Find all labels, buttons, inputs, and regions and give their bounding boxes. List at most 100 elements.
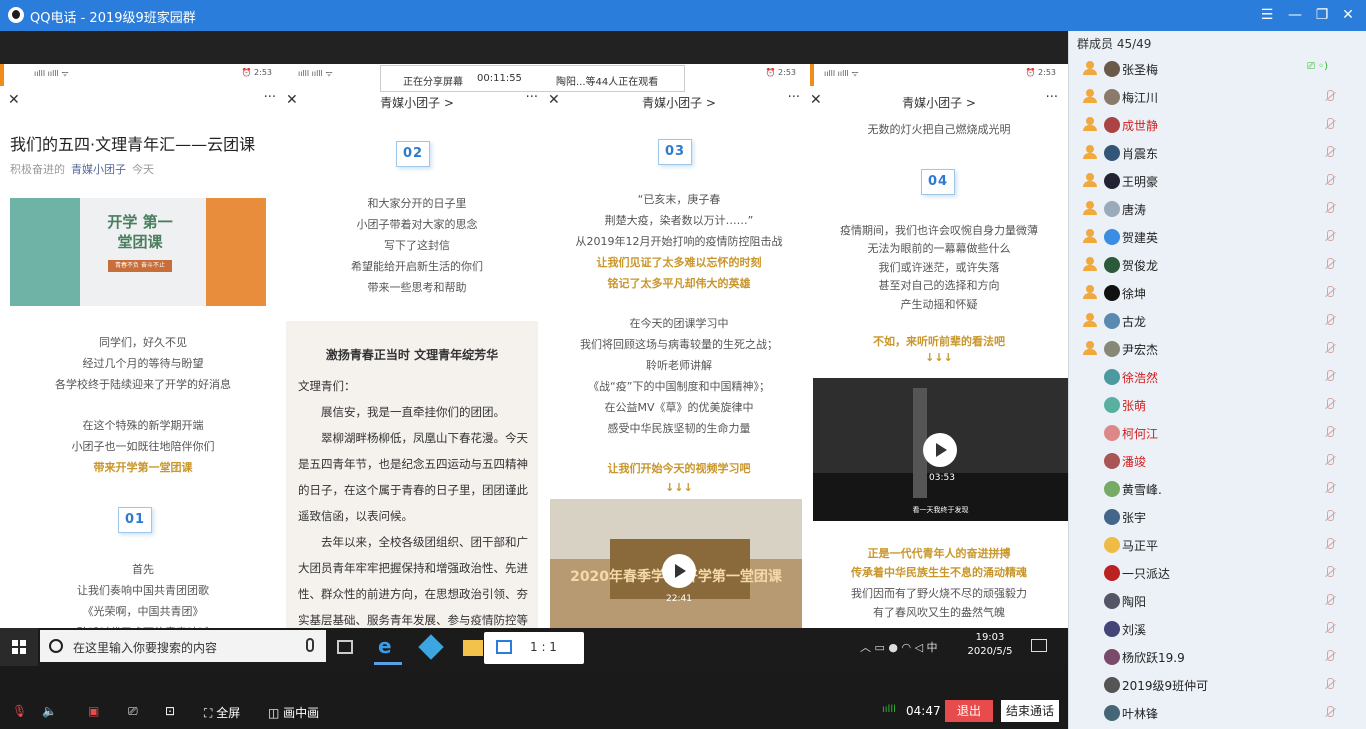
member-name: 王明豪 bbox=[1122, 175, 1159, 189]
member-row[interactable]: 唐涛 bbox=[1069, 195, 1366, 223]
member-name: 杨欣跃19.9 bbox=[1122, 651, 1185, 665]
member-list-panel: 群成员 45/49 张圣梅 ⎚ ◦) 梅江川 成世静 肖震东 王明豪 唐涛 贺建英 贺俊龙 徐坤古… bbox=[1068, 31, 1366, 729]
windows-start-button[interactable] bbox=[0, 628, 38, 666]
restore-button[interactable]: ❐ bbox=[1311, 5, 1333, 25]
zoom-ratio: 1 : 1 bbox=[530, 640, 557, 654]
fullscreen-button[interactable]: ⛶ 全屏 bbox=[204, 704, 240, 721]
close-button[interactable]: ✕ bbox=[1337, 5, 1359, 25]
camera-off-icon[interactable]: ▣ bbox=[88, 704, 99, 718]
member-row[interactable]: 王明豪 bbox=[1069, 167, 1366, 195]
search-placeholder: 在这里输入你要搜索的内容 bbox=[73, 641, 218, 655]
whiteboard-icon[interactable]: ⊡ bbox=[165, 704, 175, 718]
member-row[interactable]: 尹宏杰 bbox=[1069, 335, 1366, 363]
text-line: “已亥末，庚子春 bbox=[637, 193, 721, 206]
pip-icon: ◫ bbox=[268, 706, 280, 720]
screen-share-icon[interactable]: ⎚ bbox=[128, 704, 138, 719]
text-line: 正是一代代青年人的奋进拼搏 bbox=[867, 547, 1011, 560]
mic-muted-icon[interactable]: 🎙 bbox=[12, 704, 27, 718]
menu-icon[interactable]: ☰ bbox=[1256, 5, 1278, 25]
member-row[interactable]: 陶阳 bbox=[1069, 587, 1366, 615]
member-row[interactable]: 肖震东 bbox=[1069, 139, 1366, 167]
top-strip bbox=[0, 31, 1068, 64]
tray-icons[interactable]: ︿ ▭ ● ◠ ◁ 中 bbox=[860, 639, 938, 655]
member-row[interactable]: 黄雪峰. bbox=[1069, 475, 1366, 503]
member-row[interactable]: 古龙 bbox=[1069, 307, 1366, 335]
microphone-icon[interactable] bbox=[306, 638, 314, 652]
member-role-icon bbox=[1083, 89, 1097, 103]
nav-title[interactable]: 青媒小团子 > bbox=[286, 94, 548, 111]
avatar bbox=[1104, 537, 1120, 553]
text-line: 小团子带着对大家的思念 bbox=[356, 218, 478, 231]
text-line: 在公益MV《草》的优美旋律中 bbox=[604, 401, 754, 414]
member-row[interactable]: 张宇 bbox=[1069, 503, 1366, 531]
nav-title[interactable]: 青媒小团子 > bbox=[548, 94, 810, 111]
share-status-bar[interactable]: 正在分享屏幕 00:11:55 陶阳...等44人正在观看 bbox=[380, 65, 685, 92]
leave-button[interactable]: 退出 bbox=[945, 700, 993, 722]
more-icon[interactable]: ··· bbox=[526, 90, 538, 105]
member-row[interactable]: 马正平 bbox=[1069, 531, 1366, 559]
more-icon[interactable]: ··· bbox=[788, 90, 800, 105]
app-icon[interactable] bbox=[418, 634, 444, 660]
taskbar-search-box[interactable]: 在这里输入你要搜索的内容 bbox=[40, 630, 326, 662]
member-row[interactable]: 贺建英 bbox=[1069, 223, 1366, 251]
pip-button[interactable]: ◫ 画中画 bbox=[268, 704, 319, 721]
file-explorer-icon[interactable] bbox=[463, 640, 483, 656]
sharing-icon: ⎚ ◦) bbox=[1307, 61, 1328, 72]
video-player[interactable]: 03:53 看一天我终于发现 bbox=[813, 378, 1068, 521]
edge-browser-icon[interactable]: e bbox=[378, 636, 398, 656]
more-icon[interactable]: ··· bbox=[1046, 90, 1058, 105]
member-row[interactable]: 徐浩然 bbox=[1069, 363, 1366, 391]
member-row[interactable]: 杨欣跃19.9 bbox=[1069, 643, 1366, 671]
zoom-ratio-popup[interactable]: 1 : 1 bbox=[484, 632, 584, 664]
system-clock[interactable]: 19:03 2020/5/5 bbox=[962, 631, 1018, 659]
text-line: 经过几个月的等待与盼望 bbox=[82, 357, 204, 370]
text-line: 产生动摇和怀疑 bbox=[900, 298, 978, 311]
mic-muted-icon bbox=[1324, 398, 1336, 410]
member-row[interactable]: 2019级9班仲可 bbox=[1069, 671, 1366, 699]
member-name: 马正平 bbox=[1122, 539, 1159, 553]
mic-muted-icon bbox=[1324, 622, 1336, 634]
member-row[interactable]: 张萌 bbox=[1069, 391, 1366, 419]
notification-icon[interactable] bbox=[1031, 639, 1047, 652]
member-row[interactable]: 梅江川 bbox=[1069, 83, 1366, 111]
member-row[interactable]: 一只派达 bbox=[1069, 559, 1366, 587]
member-row[interactable]: 潘竣 bbox=[1069, 447, 1366, 475]
member-name: 张宇 bbox=[1122, 511, 1147, 525]
member-row[interactable]: 张圣梅 ⎚ ◦) bbox=[1069, 55, 1366, 83]
call-controls: 🎙 🔈 ▣ ⎚ ⊡ ⛶ 全屏 ◫ 画中画 ıılll 04:47 退出 结束通话 bbox=[0, 694, 1068, 729]
member-row[interactable]: 贺俊龙 bbox=[1069, 251, 1366, 279]
mic-muted-icon bbox=[1324, 258, 1336, 270]
member-name: 梅江川 bbox=[1122, 91, 1159, 105]
member-name: 唐涛 bbox=[1122, 203, 1147, 217]
play-icon[interactable] bbox=[662, 554, 696, 588]
account-link[interactable]: 青媒小团子 bbox=[71, 163, 126, 176]
more-icon[interactable]: ··· bbox=[264, 90, 276, 105]
member-row[interactable]: 成世静 bbox=[1069, 111, 1366, 139]
end-call-button[interactable]: 结束通话 bbox=[1001, 700, 1059, 722]
text-line: 首先 bbox=[132, 563, 154, 576]
member-row[interactable]: 柯何江 bbox=[1069, 419, 1366, 447]
text-line: 不如，来听听前辈的看法吧 bbox=[873, 335, 1005, 348]
close-icon[interactable]: ✕ bbox=[8, 92, 20, 108]
phone-panel-3: ⏰ 2:53 ✕ 青媒小团子 > ··· 03 “已亥末，庚子春 荆楚大疫，染者… bbox=[548, 64, 810, 661]
mic-muted-icon bbox=[1324, 678, 1336, 690]
avatar bbox=[1104, 621, 1120, 637]
member-row[interactable]: 徐坤 bbox=[1069, 279, 1366, 307]
play-icon[interactable] bbox=[923, 433, 957, 467]
avatar bbox=[1104, 257, 1120, 273]
text-line: 聆听老师讲解 bbox=[646, 359, 712, 372]
mic-muted-icon bbox=[1324, 314, 1336, 326]
member-row[interactable]: 刘溪 bbox=[1069, 615, 1366, 643]
mic-muted-icon bbox=[1324, 594, 1336, 606]
speaker-icon[interactable]: 🔈 bbox=[42, 704, 57, 718]
text-line: 从2019年12月开始打响的疫情防控阻击战 bbox=[575, 235, 783, 248]
text-line: 传承着中华民族生生不息的涌动精魂 bbox=[851, 566, 1027, 579]
member-row[interactable]: 叶林锋 bbox=[1069, 699, 1366, 727]
task-view-icon[interactable] bbox=[337, 640, 353, 654]
phone-status-bar: ıılll ıılll ᯤ ⏰ 2:53 bbox=[824, 68, 1056, 78]
minimize-button[interactable]: — bbox=[1284, 5, 1306, 25]
nav-title[interactable]: 青媒小团子 > bbox=[810, 94, 1068, 111]
member-name: 潘竣 bbox=[1122, 455, 1147, 469]
mic-muted-icon bbox=[1324, 510, 1336, 522]
avatar bbox=[1104, 425, 1120, 441]
